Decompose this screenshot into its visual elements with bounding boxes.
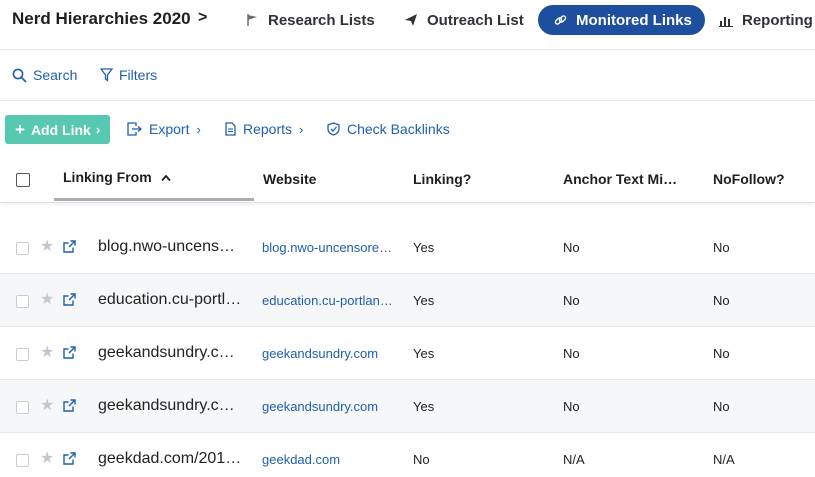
external-link-icon[interactable] bbox=[63, 399, 76, 412]
table-row[interactable]: ★ geekdad.com/201… geekdad.com No N/A N/… bbox=[0, 433, 815, 477]
column-header-linking-from[interactable]: Linking From bbox=[63, 169, 171, 185]
document-icon bbox=[225, 122, 236, 136]
cell-linking-from[interactable]: education.cu-portl… bbox=[98, 291, 243, 309]
flag-icon bbox=[247, 14, 257, 26]
tab-outreach-list-label: Outreach List bbox=[427, 11, 524, 29]
search-label: Search bbox=[33, 67, 78, 83]
cell-anchor-text: No bbox=[563, 293, 580, 308]
filter-icon bbox=[100, 68, 113, 82]
cell-linking-from[interactable]: geekandsundry.c… bbox=[98, 397, 243, 415]
chevron-right-icon: › bbox=[95, 122, 101, 137]
cell-linking-from[interactable]: geekandsundry.c… bbox=[98, 344, 243, 362]
cell-nofollow: No bbox=[713, 399, 730, 414]
tab-research-lists-label: Research Lists bbox=[268, 11, 375, 29]
table-row[interactable]: ★ education.cu-portl… education.cu-portl… bbox=[0, 274, 815, 327]
cell-anchor-text: N/A bbox=[563, 452, 585, 467]
sort-ascending-icon bbox=[160, 174, 171, 182]
cell-website-link[interactable]: blog.nwo-uncensore… bbox=[262, 240, 397, 255]
cell-website-link[interactable]: geekandsundry.com bbox=[262, 346, 397, 361]
column-header-linking[interactable]: Linking? bbox=[413, 171, 471, 187]
row-checkbox[interactable] bbox=[16, 401, 29, 414]
add-link-label: Add Link bbox=[30, 121, 91, 138]
table-row[interactable]: ★ geekandsundry.c… geekandsundry.com Yes… bbox=[0, 327, 815, 380]
cell-nofollow: No bbox=[713, 346, 730, 361]
cell-linking-from[interactable]: geekdad.com/201… bbox=[98, 450, 243, 468]
tab-monitored-links-label: Monitored Links bbox=[576, 11, 692, 29]
tab-research-lists[interactable]: Research Lists bbox=[246, 5, 375, 35]
row-checkbox[interactable] bbox=[16, 295, 29, 308]
external-link-icon[interactable] bbox=[63, 293, 76, 306]
plus-icon: + bbox=[15, 120, 25, 139]
star-icon[interactable]: ★ bbox=[40, 239, 54, 255]
check-backlinks-label: Check Backlinks bbox=[347, 121, 450, 137]
search-icon bbox=[12, 68, 27, 83]
reports-label: Reports bbox=[243, 121, 293, 137]
cell-nofollow: N/A bbox=[713, 452, 735, 467]
cell-linking: Yes bbox=[413, 399, 435, 414]
check-backlinks-button[interactable]: Check Backlinks bbox=[327, 121, 450, 137]
cell-anchor-text: No bbox=[563, 399, 580, 414]
tab-monitored-links[interactable]: Monitored Links bbox=[538, 5, 705, 35]
filters-label: Filters bbox=[119, 67, 158, 83]
tab-reporting-label: Reporting bbox=[742, 11, 813, 29]
top-navigation-bar: Nerd Hierarchies 2020 > Research Lists O… bbox=[0, 0, 815, 50]
cell-linking: Yes bbox=[413, 293, 435, 308]
tab-reporting[interactable]: Reporting bbox=[719, 5, 813, 35]
search-button[interactable]: Search bbox=[12, 67, 77, 83]
project-title[interactable]: Nerd Hierarchies 2020 bbox=[12, 9, 191, 29]
column-header-linking-from-label: Linking From bbox=[63, 169, 152, 185]
cell-website-link[interactable]: education.cu-portlan… bbox=[262, 293, 397, 308]
sort-column-indicator bbox=[54, 198, 254, 201]
external-link-icon[interactable] bbox=[63, 346, 76, 359]
export-button[interactable]: Export › bbox=[127, 121, 201, 137]
cell-linking: No bbox=[413, 452, 430, 467]
cell-linking: Yes bbox=[413, 240, 435, 255]
row-checkbox[interactable] bbox=[16, 242, 29, 255]
search-filter-bar: Search Filters bbox=[0, 50, 815, 101]
export-icon bbox=[127, 122, 142, 136]
cell-linking: Yes bbox=[413, 346, 435, 361]
table-row[interactable]: ★ blog.nwo-uncens… blog.nwo-uncensore… Y… bbox=[0, 221, 815, 274]
cell-website-link[interactable]: geekandsundry.com bbox=[262, 399, 397, 414]
external-link-icon[interactable] bbox=[63, 452, 76, 465]
cell-website-link[interactable]: geekdad.com bbox=[262, 452, 397, 467]
star-icon[interactable]: ★ bbox=[40, 398, 54, 414]
column-header-nofollow[interactable]: NoFollow? bbox=[713, 171, 785, 187]
star-icon[interactable]: ★ bbox=[40, 345, 54, 361]
table-header: Linking From Website Linking? Anchor Tex… bbox=[0, 151, 815, 203]
table-row[interactable]: ★ geekandsundry.c… geekandsundry.com Yes… bbox=[0, 380, 815, 433]
paper-plane-icon bbox=[405, 14, 417, 26]
cell-linking-from[interactable]: blog.nwo-uncens… bbox=[98, 238, 243, 256]
table-body: ★ blog.nwo-uncens… blog.nwo-uncensore… Y… bbox=[0, 221, 815, 477]
row-checkbox[interactable] bbox=[16, 454, 29, 467]
bar-chart-icon bbox=[719, 16, 733, 27]
column-header-anchor-text[interactable]: Anchor Text Mis… bbox=[563, 171, 680, 187]
reports-button[interactable]: Reports › bbox=[225, 121, 303, 137]
shield-check-icon bbox=[327, 122, 340, 136]
filters-button[interactable]: Filters bbox=[100, 67, 157, 83]
external-link-icon[interactable] bbox=[63, 240, 76, 253]
project-chevron-icon[interactable]: > bbox=[198, 9, 207, 27]
cell-nofollow: No bbox=[713, 240, 730, 255]
export-label: Export bbox=[149, 121, 190, 137]
select-all-checkbox[interactable] bbox=[16, 173, 30, 187]
star-icon[interactable]: ★ bbox=[40, 451, 54, 467]
star-icon[interactable]: ★ bbox=[40, 292, 54, 308]
row-checkbox[interactable] bbox=[16, 348, 29, 361]
chevron-right-icon: › bbox=[299, 121, 304, 137]
tab-outreach-list[interactable]: Outreach List bbox=[404, 5, 524, 35]
cell-nofollow: No bbox=[713, 293, 730, 308]
cell-anchor-text: No bbox=[563, 346, 580, 361]
cell-anchor-text: No bbox=[563, 240, 580, 255]
link-icon bbox=[554, 14, 567, 25]
chevron-right-icon: › bbox=[196, 121, 201, 137]
column-header-website[interactable]: Website bbox=[263, 171, 316, 187]
add-link-button[interactable]: + Add Link › bbox=[5, 115, 110, 144]
action-toolbar: + Add Link › Export › Reports › Check Ba… bbox=[0, 101, 815, 151]
